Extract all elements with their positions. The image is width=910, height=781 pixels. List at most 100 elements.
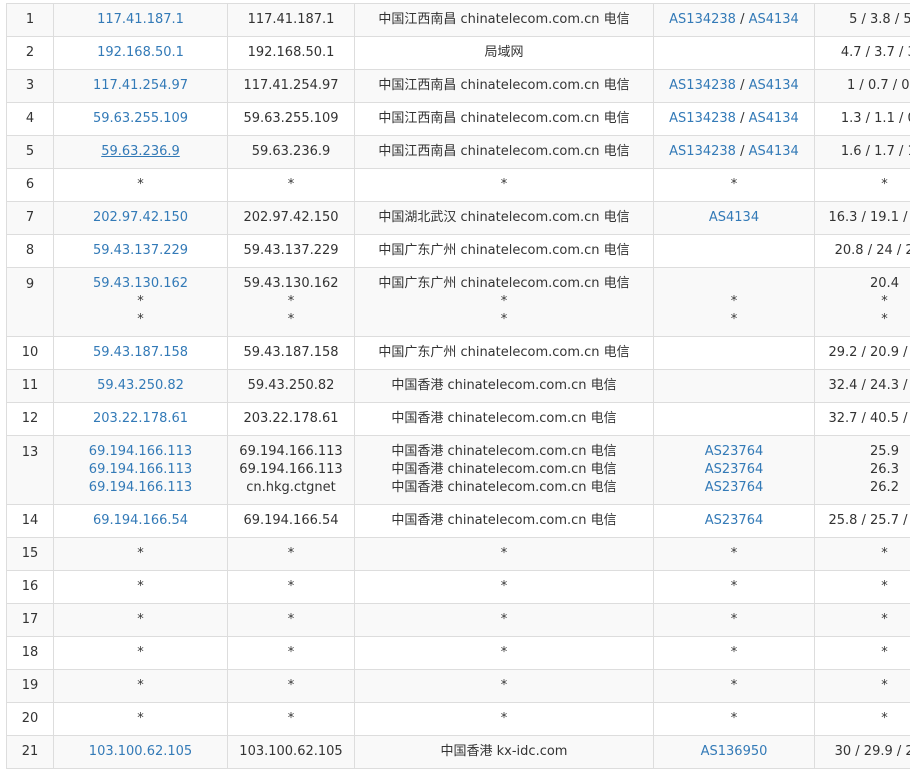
hop-location: 中国香港 chinatelecom.com.cn 电信 xyxy=(391,513,617,528)
hop-as-cell: * * xyxy=(653,267,815,337)
hop-as-cell: AS23764 xyxy=(653,504,815,538)
hop-latency: * xyxy=(881,312,888,327)
hop-ip-link[interactable]: 203.22.178.61 xyxy=(55,410,227,428)
hop-number: 16 xyxy=(6,570,54,604)
hop-ip-cell: 59.63.236.9 xyxy=(53,135,228,169)
hop-ip-cell: * xyxy=(53,603,228,637)
hop-as-cell: AS134238 / AS4134 xyxy=(653,102,815,136)
hop-location: * xyxy=(500,312,508,327)
hop-ip-link[interactable]: 59.43.250.82 xyxy=(55,377,227,395)
hop-number: 10 xyxy=(6,336,54,370)
hop-hostname-cell: * xyxy=(227,537,355,571)
hop-as-cell: * xyxy=(653,537,815,571)
table-row: 3 117.41.254.97 117.41.254.97 中国江西南昌 chinat… xyxy=(6,69,910,103)
as-link[interactable]: AS4134 xyxy=(749,144,799,159)
hop-hostname: cn.hkg.ctgnet xyxy=(246,480,336,495)
hop-as-line: AS136950 xyxy=(655,743,814,761)
hop-ip-cell: * xyxy=(53,669,228,703)
table-row: 21 103.100.62.105 103.100.62.105 中国香港 kx-id… xyxy=(6,735,910,769)
as-link[interactable]: AS134238 xyxy=(669,111,736,126)
hop-number: 13 xyxy=(6,435,54,505)
hop-as-line: * xyxy=(655,710,814,728)
hop-ip-link[interactable]: 69.194.166.113 xyxy=(55,479,227,497)
hop-latency: 20.8 / 24 / 27.7 xyxy=(834,243,910,258)
hop-ip-link[interactable]: 69.194.166.113 xyxy=(55,443,227,461)
as-link[interactable]: AS23764 xyxy=(705,513,764,528)
hop-hostname: 69.194.166.113 xyxy=(239,444,343,459)
hop-as-cell xyxy=(653,336,815,370)
hop-latency-cell: * xyxy=(814,636,910,670)
hop-hostname-cell: 69.194.166.54 xyxy=(227,504,355,538)
hop-hostname: * xyxy=(287,612,295,627)
hop-latency-cell: 25.8 / 25.7 / 25.8 xyxy=(814,504,910,538)
hop-as-cell xyxy=(653,369,815,403)
hop-latency: 25.8 / 25.7 / 25.8 xyxy=(828,513,910,528)
hop-location-cell: * xyxy=(354,669,654,703)
as-link[interactable]: AS4134 xyxy=(709,210,759,225)
hop-ip-link[interactable]: 69.194.166.113 xyxy=(55,461,227,479)
hop-ip-timeout: * xyxy=(137,312,144,327)
hop-latency-cell: * xyxy=(814,570,910,604)
hop-location-cell: * xyxy=(354,570,654,604)
hop-as-cell: * xyxy=(653,603,815,637)
hop-latency: * xyxy=(881,612,888,627)
as-link[interactable]: AS23764 xyxy=(705,444,764,459)
hop-ip-cell: 59.63.255.109 xyxy=(53,102,228,136)
traceroute-body: 1 117.41.187.1 117.41.187.1 中国江西南昌 chinatel… xyxy=(6,3,910,769)
hop-location-cell: 中国湖北武汉 chinatelecom.com.cn 电信 xyxy=(354,201,654,235)
hop-ip-cell: * xyxy=(53,702,228,736)
hop-hostname-cell: 59.43.130.162 * * xyxy=(227,267,355,337)
hop-ip-link[interactable]: 59.43.187.158 xyxy=(55,344,227,362)
hop-ip-link[interactable]: 59.63.255.109 xyxy=(55,110,227,128)
hop-ip-link[interactable]: 59.63.236.9 xyxy=(55,143,227,161)
hop-ip-link[interactable]: 59.43.130.162 xyxy=(55,275,227,293)
hop-number: 2 xyxy=(6,36,54,70)
hop-as-line xyxy=(655,410,814,428)
hop-as-cell: AS134238 / AS4134 xyxy=(653,69,815,103)
hop-latency-cell: 30 / 29.9 / 29.9 xyxy=(814,735,910,769)
hop-location-cell: * xyxy=(354,702,654,736)
hop-location: 中国江西南昌 chinatelecom.com.cn 电信 xyxy=(378,111,630,126)
hop-number: 1 xyxy=(6,3,54,37)
as-link[interactable]: AS134238 xyxy=(669,12,736,27)
hop-ip-link[interactable]: 202.97.42.150 xyxy=(55,209,227,227)
hop-as-cell: AS4134 xyxy=(653,201,815,235)
hop-hostname-cell: 59.43.137.229 xyxy=(227,234,355,268)
hop-ip-link[interactable]: 69.194.166.54 xyxy=(55,512,227,530)
hop-latency-cell: 1.6 / 1.7 / 1.5 xyxy=(814,135,910,169)
hop-latency: 30 / 29.9 / 29.9 xyxy=(834,744,910,759)
table-row: 6 * * * * * xyxy=(6,168,910,202)
hop-latency-cell: * xyxy=(814,669,910,703)
hop-location-cell: 中国江西南昌 chinatelecom.com.cn 电信 xyxy=(354,135,654,169)
hop-ip-link[interactable]: 117.41.254.97 xyxy=(55,77,227,95)
hop-location-cell: 中国广东广州 chinatelecom.com.cn 电信 xyxy=(354,234,654,268)
as-link[interactable]: AS4134 xyxy=(749,78,799,93)
hop-as-cell: * xyxy=(653,702,815,736)
as-link[interactable]: AS4134 xyxy=(749,111,799,126)
hop-hostname: * xyxy=(287,294,295,309)
hop-ip-link[interactable]: 192.168.50.1 xyxy=(55,44,227,62)
hop-number: 11 xyxy=(6,369,54,403)
hop-ip-cell: 192.168.50.1 xyxy=(53,36,228,70)
as-link[interactable]: AS134238 xyxy=(669,78,736,93)
hop-as-line: * xyxy=(655,611,814,629)
hop-as-line: * xyxy=(655,311,814,329)
as-link[interactable]: AS136950 xyxy=(701,744,768,759)
hop-ip-timeout: * xyxy=(137,546,144,561)
hop-hostname-cell: * xyxy=(227,168,355,202)
hop-hostname: 103.100.62.105 xyxy=(239,744,343,759)
as-link[interactable]: AS4134 xyxy=(749,12,799,27)
as-timeout: * xyxy=(730,177,738,192)
hop-hostname: * xyxy=(287,579,295,594)
as-link[interactable]: AS134238 xyxy=(669,144,736,159)
hop-ip-cell: 59.43.187.158 xyxy=(53,336,228,370)
hop-ip-link[interactable]: 59.43.137.229 xyxy=(55,242,227,260)
hop-ip-link[interactable]: 103.100.62.105 xyxy=(55,743,227,761)
hop-location: 中国香港 chinatelecom.com.cn 电信 xyxy=(391,480,617,495)
as-link[interactable]: AS23764 xyxy=(705,462,764,477)
as-link[interactable]: AS23764 xyxy=(705,480,764,495)
hop-ip-link[interactable]: 117.41.187.1 xyxy=(55,11,227,29)
as-timeout: * xyxy=(730,612,738,627)
hop-location-cell: 中国江西南昌 chinatelecom.com.cn 电信 xyxy=(354,69,654,103)
table-row: 2 192.168.50.1 192.168.50.1 局域网 4.7 / 3.7 /… xyxy=(6,36,910,70)
